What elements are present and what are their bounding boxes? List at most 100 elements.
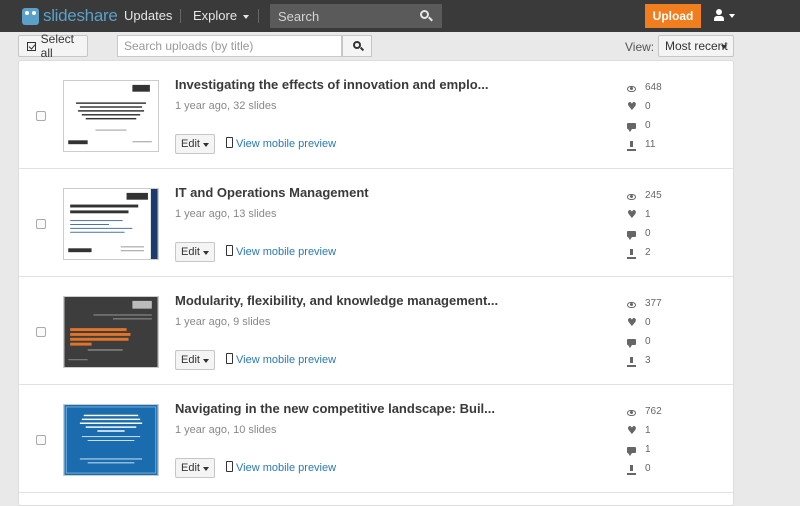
slide-thumbnail-image	[64, 405, 158, 475]
select-all-button[interactable]: Select all	[18, 32, 88, 60]
download-icon	[627, 465, 636, 475]
mobile-preview-link[interactable]: View mobile preview	[236, 138, 336, 150]
nav-explore[interactable]: Explore	[193, 0, 250, 32]
mobile-preview-link[interactable]: View mobile preview	[236, 246, 336, 258]
download-icon	[627, 141, 636, 151]
comments-stat: 0	[627, 120, 687, 134]
upload-row: IT and Operations Management 1 year ago,…	[19, 169, 733, 277]
mobile-preview-link[interactable]: View mobile preview	[236, 354, 336, 366]
nav-divider	[180, 9, 181, 23]
slideshare-logo-icon	[22, 7, 39, 25]
upload-title[interactable]: Investigating the effects of innovation …	[175, 77, 488, 92]
slide-thumbnail[interactable]	[63, 404, 159, 476]
row-checkbox[interactable]	[36, 327, 46, 337]
sort-dropdown-value: Most recent	[665, 39, 728, 53]
global-search-input[interactable]	[270, 4, 442, 28]
downloads-stat: 2	[627, 247, 687, 261]
comment-icon	[627, 231, 636, 240]
mobile-icon	[226, 245, 233, 256]
slide-thumbnail[interactable]	[63, 296, 159, 368]
views-count: 377	[645, 298, 662, 309]
upload-button[interactable]: Upload	[645, 4, 701, 28]
upload-row: Navigating in the new competitive landsc…	[19, 385, 733, 493]
comments-count: 0	[645, 336, 651, 347]
nav-explore-label: Explore	[193, 8, 238, 23]
comments-count: 0	[645, 120, 651, 131]
sort-dropdown[interactable]: Most recent	[658, 35, 734, 57]
eye-icon	[627, 302, 636, 308]
upload-row: Investigating the effects of innovation …	[19, 61, 733, 169]
mobile-icon	[226, 353, 233, 364]
mobile-icon	[226, 461, 233, 472]
row-checkbox[interactable]	[36, 111, 46, 121]
heart-icon	[627, 316, 637, 329]
views-stat: 377	[627, 298, 687, 312]
upload-title[interactable]: Navigating in the new competitive landsc…	[175, 401, 495, 416]
upload-meta: 1 year ago, 13 slides	[175, 208, 277, 220]
chevron-down-icon	[243, 14, 250, 19]
downloads-count: 3	[645, 355, 651, 366]
slide-thumbnail[interactable]	[63, 188, 159, 260]
checkbox-checked-icon	[27, 41, 36, 51]
nav-divider	[258, 9, 259, 23]
heart-icon	[627, 100, 637, 113]
comment-icon	[627, 447, 636, 456]
eye-icon	[627, 86, 636, 92]
likes-stat: 0	[627, 100, 687, 115]
search-icon	[353, 41, 361, 49]
uploads-toolbar: Select all View: Most recent	[0, 32, 800, 60]
likes-count: 1	[645, 425, 651, 436]
edit-button-label: Edit	[181, 462, 200, 474]
slide-thumbnail-image	[64, 81, 158, 151]
upload-title[interactable]: Modularity, flexibility, and knowledge m…	[175, 293, 498, 308]
logo-text: slideshare	[43, 6, 118, 25]
slide-thumbnail[interactable]	[63, 80, 159, 152]
comments-stat: 0	[627, 336, 687, 350]
search-icon[interactable]	[420, 10, 429, 19]
downloads-stat: 3	[627, 355, 687, 369]
likes-count: 1	[645, 209, 651, 220]
downloads-count: 0	[645, 463, 651, 474]
views-stat: 648	[627, 82, 687, 96]
edit-button[interactable]: Edit	[175, 134, 215, 154]
uploads-search-button[interactable]	[342, 35, 372, 57]
downloads-count: 11	[645, 139, 656, 150]
eye-icon	[627, 194, 636, 200]
select-all-label: Select all	[40, 32, 75, 60]
heart-icon	[627, 424, 637, 437]
mobile-preview-link[interactable]: View mobile preview	[236, 462, 336, 474]
upload-title[interactable]: IT and Operations Management	[175, 185, 369, 200]
row-checkbox[interactable]	[36, 219, 46, 229]
nav-updates[interactable]: Updates	[124, 0, 172, 32]
chevron-down-icon	[203, 359, 209, 363]
views-count: 762	[645, 406, 662, 417]
upload-meta: 1 year ago, 10 slides	[175, 424, 277, 436]
views-count: 648	[645, 82, 662, 93]
edit-button[interactable]: Edit	[175, 242, 215, 262]
edit-button[interactable]: Edit	[175, 350, 215, 370]
eye-icon	[627, 410, 636, 416]
uploads-search-input[interactable]	[117, 35, 342, 57]
views-count: 245	[645, 190, 662, 201]
download-icon	[627, 357, 636, 367]
user-icon-head	[716, 9, 722, 15]
upload-row: Modularity, flexibility, and knowledge m…	[19, 277, 733, 385]
edit-button-label: Edit	[181, 138, 200, 150]
likes-count: 0	[645, 317, 651, 328]
heart-icon	[627, 208, 637, 221]
user-icon[interactable]	[712, 9, 726, 23]
views-stat: 245	[627, 190, 687, 204]
chevron-down-icon	[203, 251, 209, 255]
edit-button-label: Edit	[181, 354, 200, 366]
comment-icon	[627, 339, 636, 348]
slideshare-logo[interactable]: slideshare	[22, 4, 118, 28]
row-checkbox[interactable]	[36, 435, 46, 445]
chevron-down-icon[interactable]	[729, 14, 735, 18]
comments-stat: 0	[627, 228, 687, 242]
top-navbar: slideshare Updates Explore Upload	[0, 0, 800, 32]
uploads-list: Investigating the effects of innovation …	[18, 60, 734, 506]
views-stat: 762	[627, 406, 687, 420]
chevron-down-icon	[203, 467, 209, 471]
downloads-stat: 11	[627, 139, 687, 153]
edit-button[interactable]: Edit	[175, 458, 215, 478]
